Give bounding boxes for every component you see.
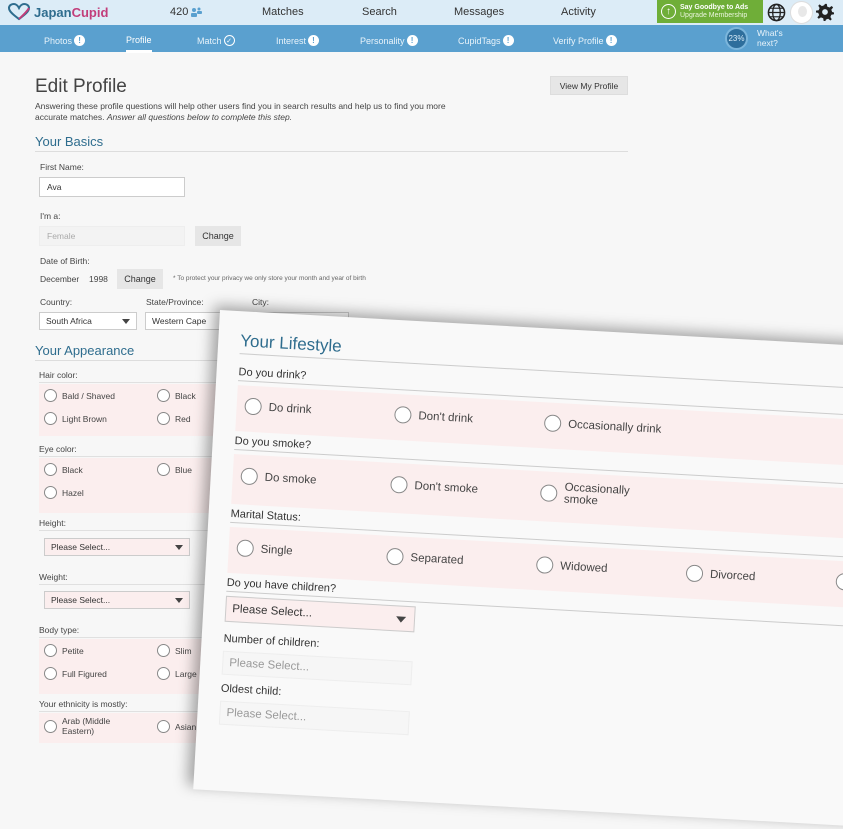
weight-select[interactable]: Please Select... [44,591,190,609]
eye-color-label: Eye color: [39,444,219,457]
radio-do-drink[interactable]: Do drink [244,397,312,419]
profile-progress-badge[interactable]: 23% [725,27,748,50]
height-select[interactable]: Please Select... [44,538,190,556]
gender-field: Female [39,226,185,246]
check-icon: ✓ [223,35,235,46]
gear-icon[interactable] [816,3,834,21]
body-type-label: Body type: [39,625,219,638]
tab-cupidtags[interactable]: CupidTags! [458,35,514,46]
profile-sub-nav: Photos! Profile Match ✓ Interest! Persona… [0,25,843,53]
tab-verify-profile[interactable]: Verify Profile! [553,35,617,46]
tab-match[interactable]: Match ✓ [197,35,235,46]
section-heading-appearance: Your Appearance [35,343,225,361]
brand-name: JapanCupid [34,4,109,20]
page-title: Edit Profile [35,76,127,97]
tab-photos[interactable]: Photos! [44,35,86,46]
children-select[interactable]: Please Select... [224,595,416,633]
country-label: Country: [40,297,73,307]
country-select[interactable]: South Africa [39,312,137,330]
radio-eye-blue[interactable]: Blue [157,463,192,476]
heart-logo-icon [8,3,30,21]
radio-body-large[interactable]: Large [157,667,197,680]
tab-profile[interactable]: Profile [126,35,152,53]
chevron-down-icon [175,545,183,550]
upgrade-button[interactable]: ↑ Say Goodbye to Ads Upgrade Membership [657,0,763,23]
radio-hair-bald[interactable]: Bald / Shaved [44,389,115,402]
radio-ethnicity-asian[interactable]: Asian [157,720,196,733]
radio-hair-red[interactable]: Red [157,412,191,425]
globe-icon[interactable] [767,3,786,22]
nav-matches[interactable]: Matches [262,6,304,18]
chevron-down-icon [395,616,407,623]
radio-single[interactable]: Single [236,539,293,559]
lifestyle-panel: Your Lifestyle Do you drink? Do drink Do… [193,310,843,829]
radio-marital-more[interactable] [835,572,843,591]
tab-personality[interactable]: Personality! [360,35,418,46]
chevron-down-icon [122,319,130,324]
radio-hair-light-brown[interactable]: Light Brown [44,412,107,425]
radio-body-full-figured[interactable]: Full Figured [44,667,107,680]
avatar[interactable] [790,1,813,24]
whats-next-link[interactable]: What's next? [757,28,783,48]
chevron-down-icon [175,598,183,603]
upgrade-title: Say Goodbye to Ads [680,3,749,11]
radio-eye-hazel[interactable]: Hazel [44,486,84,499]
radio-body-slim[interactable]: Slim [157,644,192,657]
state-label: State/Province: [146,297,204,307]
ethnicity-label: Your ethnicity is mostly: [39,699,219,712]
users-icon [191,7,203,17]
radio-ethnicity-arab[interactable]: Arab (Middle Eastern) [44,716,144,736]
nav-messages[interactable]: Messages [454,6,504,18]
top-nav-bar: JapanCupid 420 Matches Search Messages A… [0,0,843,25]
online-count-value: 420 [170,6,189,18]
tab-interest[interactable]: Interest! [276,35,320,46]
oldest-child-select[interactable]: Please Select... [218,700,410,736]
alert-icon: ! [74,35,86,46]
alert-icon: ! [406,35,418,46]
nav-search[interactable]: Search [362,6,397,18]
arrow-up-icon: ↑ [661,4,676,19]
change-dob-button[interactable]: Change [117,269,163,289]
alert-icon: ! [308,35,320,46]
alert-icon: ! [502,35,514,46]
section-heading-basics: Your Basics [35,134,628,152]
dob-privacy-note: * To protect your privacy we only store … [173,275,366,282]
number-of-children-select[interactable]: Please Select... [221,650,413,686]
upgrade-subtitle: Upgrade Membership [680,11,748,19]
view-my-profile-button[interactable]: View My Profile [550,76,628,95]
hair-color-label: Hair color: [39,370,219,383]
nav-activity[interactable]: Activity [561,6,596,18]
first-name-label: First Name: [40,162,84,172]
dob-month: December [40,274,80,284]
radio-eye-black[interactable]: Black [44,463,83,476]
height-label: Height: [39,518,219,531]
gender-label: I'm a: [40,211,61,221]
radio-hair-black[interactable]: Black [157,389,196,402]
dob-label: Date of Birth: [40,256,90,266]
radio-body-petite[interactable]: Petite [44,644,84,657]
intro-text: Answering these profile questions will h… [35,101,446,122]
logo[interactable]: JapanCupid [8,3,108,21]
alert-icon: ! [605,35,617,46]
change-gender-button[interactable]: Change [195,226,241,246]
first-name-input[interactable]: Ava [39,177,185,197]
weight-label: Weight: [39,572,219,585]
city-label: City: [252,297,269,307]
dob-year: 1998 [89,274,108,284]
online-count[interactable]: 420 [170,6,203,18]
